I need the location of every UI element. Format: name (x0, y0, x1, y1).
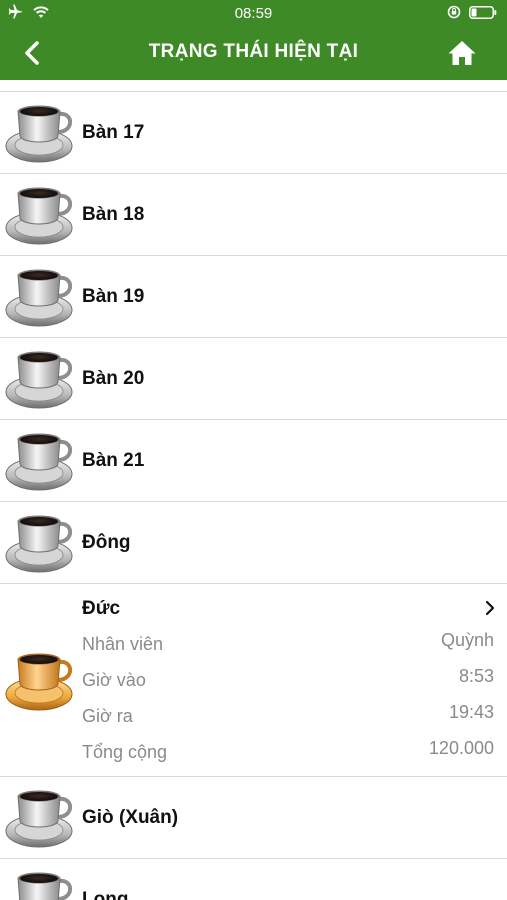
table-name: Bàn 20 (82, 368, 145, 389)
list-item[interactable]: Long (0, 859, 507, 900)
list-item[interactable]: Đông (0, 502, 507, 584)
status-bar: 08:59 (0, 0, 507, 26)
detail-label: Giờ ra (82, 706, 133, 726)
table-name: Long (82, 889, 129, 900)
rotation-lock-icon (447, 5, 461, 19)
coffee-cup-icon (17, 872, 73, 900)
list-item[interactable]: Bàn 18 (0, 174, 507, 256)
table-name: Giò (Xuân) (82, 807, 179, 828)
coffee-cup-icon (5, 433, 73, 491)
list-item[interactable]: Bàn 17 (0, 92, 507, 174)
detail-value: 120.000 (428, 738, 494, 758)
list-item[interactable]: Đức Nhân viên Quỳnh Giờ vào 8:53 Giờ ra 19:43 T… (0, 584, 507, 777)
table-name: Đức (82, 598, 121, 619)
coffee-cup-icon (5, 351, 73, 409)
detail-label: Tổng cộng (82, 742, 168, 762)
detail-row: Giờ ra 19:43 (82, 702, 494, 730)
navigation-bar: TRẠNG THÁI HIỆN TẠI (0, 26, 507, 80)
coffee-cup-icon (5, 790, 73, 848)
detail-row: Giờ vào 8:53 (82, 666, 494, 694)
status-right-icons (447, 5, 497, 19)
table-list: Bàn 17 Bàn 18 Bàn 19 Bàn 20 Bàn 21 Đông … (0, 80, 507, 900)
table-name: Đông (82, 532, 131, 553)
detail-label: Nhân viên (82, 634, 164, 654)
list-item[interactable]: Giò (Xuân) (0, 777, 507, 859)
coffee-cup-icon (5, 515, 73, 573)
coffee-cup-icon (5, 187, 73, 245)
coffee-cup-active-icon (5, 653, 73, 711)
table-name: Bàn 17 (82, 122, 145, 143)
coffee-cup-icon (5, 269, 73, 327)
table-name: Bàn 19 (82, 286, 145, 307)
chevron-right-icon[interactable] (483, 598, 497, 618)
detail-value: 8:53 (458, 666, 494, 686)
table-name: Bàn 21 (82, 450, 145, 471)
detail-label: Giờ vào (82, 670, 146, 690)
home-button[interactable] (447, 38, 477, 68)
list-top-separator (0, 80, 507, 92)
detail-value: Quỳnh (440, 630, 494, 650)
status-time: 08:59 (234, 5, 273, 22)
battery-icon (469, 5, 497, 19)
list-item[interactable]: Bàn 19 (0, 256, 507, 338)
detail-row: Tổng cộng 120.000 (82, 738, 494, 766)
list-item[interactable]: Bàn 21 (0, 420, 507, 502)
list-item[interactable]: Bàn 20 (0, 338, 507, 420)
back-button[interactable] (18, 38, 48, 68)
page-title: TRẠNG THÁI HIỆN TẠI (148, 41, 359, 62)
detail-row: Nhân viên Quỳnh (82, 630, 494, 658)
coffee-cup-icon (5, 105, 73, 163)
detail-value: 19:43 (448, 702, 494, 722)
table-name: Bàn 18 (82, 204, 145, 225)
